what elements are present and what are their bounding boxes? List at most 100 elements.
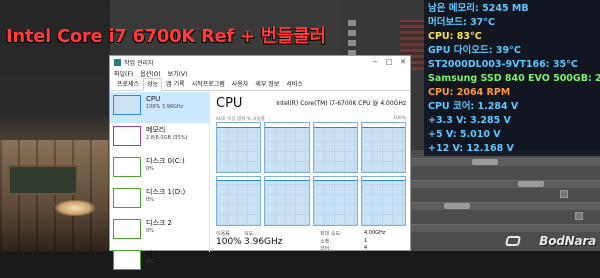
tab-6[interactable]: 서비스 [283,79,306,90]
cpu-model-name: Intel(R) Core(TM) i7-6700K CPU @ 4.00GHz [276,100,406,107]
cpu-stats: 이용률 100% 속도 3.96GHz 최대 속도: 4.00GHz 소켓: 1… [216,230,406,252]
speed-label: 속도 [244,231,254,237]
core-load-fill [217,180,261,225]
sidebar-item-text: 디스크 2 0% [146,219,172,235]
panel-item [348,30,356,36]
core-graph [216,122,262,173]
sensor-line: ST2000DL003-9VT166: 35°C [428,59,578,70]
task-manager-window: 작업 관리자 − □ ✕ 파일(F) 옵션(O) 보기(V) 프로세스 성능 앱 기… [109,55,411,270]
core-graph [360,122,406,173]
panel-item [348,40,356,46]
bodnara-logo-icon [504,236,522,246]
sidebar-item-text: 디스크 3 0% [146,250,172,266]
sensor-overlay: 남은 메모리: 5245 MB 머더보드: 37°C CPU: 83°C GPU 다이… [424,0,600,156]
core-load-fill [313,126,357,172]
sensor-line: Samsung SSD 840 EVO 500GB: 24°C [428,73,600,84]
watermark-logo: BodNara [539,234,596,248]
timeline-bar [410,158,600,166]
core-graph [216,175,262,226]
menu-options[interactable]: 옵션(O) [140,69,160,78]
menu-file[interactable]: 파일(F) [114,69,133,78]
tab-0[interactable]: 프로세스 [114,79,142,90]
sensor-line: GPU 다이오드: 39°C [428,45,521,56]
keyframe-icon[interactable] [560,190,568,198]
speed-value: 3.96GHz [244,237,283,247]
window-title: 작업 관리자 [124,59,154,67]
sidebar-item-text: 디스크 1(D:) 0% [146,188,185,204]
tab-4[interactable]: 사용자 [229,79,252,90]
tab-5[interactable]: 세부 정보 [252,79,282,90]
sockets-value: 1 [364,238,368,244]
sidebar-item-cpu[interactable]: CPU 100% 3.96GHz [110,92,209,123]
sockets-label: 소켓: [320,239,331,245]
core-load-fill [217,126,261,172]
core-load-fill [265,126,309,172]
minimize-icon[interactable]: − [368,58,382,66]
sidebar-item-disk[interactable]: 디스크 3 0% [110,247,209,278]
performance-sidebar: CPU 100% 3.96GHz 메모리 2.8/8.0GB (35%) 디스크 0(C… [110,92,210,270]
sidebar-item-text: CPU 100% 3.96GHz [146,95,183,111]
timeline-bar [410,202,600,210]
classroom-wall [0,140,110,251]
sidebar-item-text: 메모리 2.8/8.0GB (35%) [146,126,188,142]
panel-item [348,20,356,26]
keyframe-icon[interactable] [575,212,583,220]
tab-1[interactable]: 성능 [143,78,163,91]
sidebar-item-disk[interactable]: 디스크 2 0% [110,216,209,247]
sidebar-item-mem[interactable]: 메모리 2.8/8.0GB (35%) [110,123,209,154]
sensor-line: CPU 코어: 1.284 V [428,101,519,112]
disk-thumbnail-graph [113,219,141,239]
close-icon[interactable]: ✕ [396,58,410,66]
timeline-bar [410,224,600,232]
disk-thumbnail-graph [113,157,141,177]
thumbnail-fill [114,96,140,114]
cpu-core-graphs [216,122,406,226]
disk-thumbnail-graph [113,250,141,270]
sensor-line: 머더보드: 37°C [428,17,496,28]
sidebar-item-subtitle: 0% [146,228,154,234]
headline-title: Intel Core i7 6700K Ref + 번들쿨러 [6,26,326,47]
core-load-fill [313,180,357,225]
cpu-thumbnail-graph [113,95,141,115]
sidebar-item-title: 디스크 0(C:) [146,157,185,165]
chalkboard [8,165,78,195]
window-titlebar[interactable]: 작업 관리자 − □ ✕ [110,56,410,68]
sidebar-item-text: 디스크 0(C:) 0% [146,157,185,173]
sidebar-item-title: 디스크 2 [146,219,172,227]
sidebar-item-title: 디스크 3 [146,250,172,258]
core-load-fill [361,126,405,172]
timeline-bar [410,180,600,188]
sidebar-item-subtitle: 0% [146,259,154,265]
page-title: CPU [216,96,243,111]
sensor-line: +12 V: 12.168 V [428,143,514,154]
sidebar-item-title: CPU [146,95,161,103]
cpu-detail-panel: CPU Intel(R) Core(TM) i7-6700K CPU @ 4.0… [212,92,410,252]
sidebar-item-subtitle: 0% [146,166,154,172]
sidebar-item-subtitle: 100% 3.96GHz [146,104,184,110]
graph-max-label: 100% [393,116,406,121]
timeline-slider[interactable] [444,203,470,209]
sidebar-item-disk[interactable]: 디스크 1(D:) 0% [110,185,209,216]
core-graph [360,175,406,226]
tab-2[interactable]: 앱 기록 [163,79,187,90]
sensor-line: +3.3 V: 3.285 V [428,115,511,126]
sidebar-item-disk[interactable]: 디스크 0(C:) 0% [110,154,209,185]
task-manager-icon [114,58,121,66]
timeline-slider[interactable] [472,159,498,165]
maximize-icon[interactable]: □ [382,58,396,66]
sensor-line: +5 V: 5.010 V [428,129,501,140]
max-speed-value: 4.00GHz [364,230,386,236]
max-speed-label: 최대 속도: [320,231,342,237]
sensor-line: CPU: 2064 RPM [428,87,511,98]
sidebar-item-title: 메모리 [146,126,166,134]
menu-view[interactable]: 보기(V) [168,69,188,78]
core-graph [264,122,310,173]
sensor-line: CPU: 83°C [428,31,482,42]
timeline-slider[interactable] [518,181,544,187]
mem-thumbnail-graph [113,126,141,146]
tab-3[interactable]: 시작프로그램 [189,79,228,90]
core-load-fill [361,180,405,225]
sidebar-item-subtitle: 2.8/8.0GB (35%) [146,135,188,141]
cores-value: 4 [364,245,368,251]
core-graph [264,175,310,226]
